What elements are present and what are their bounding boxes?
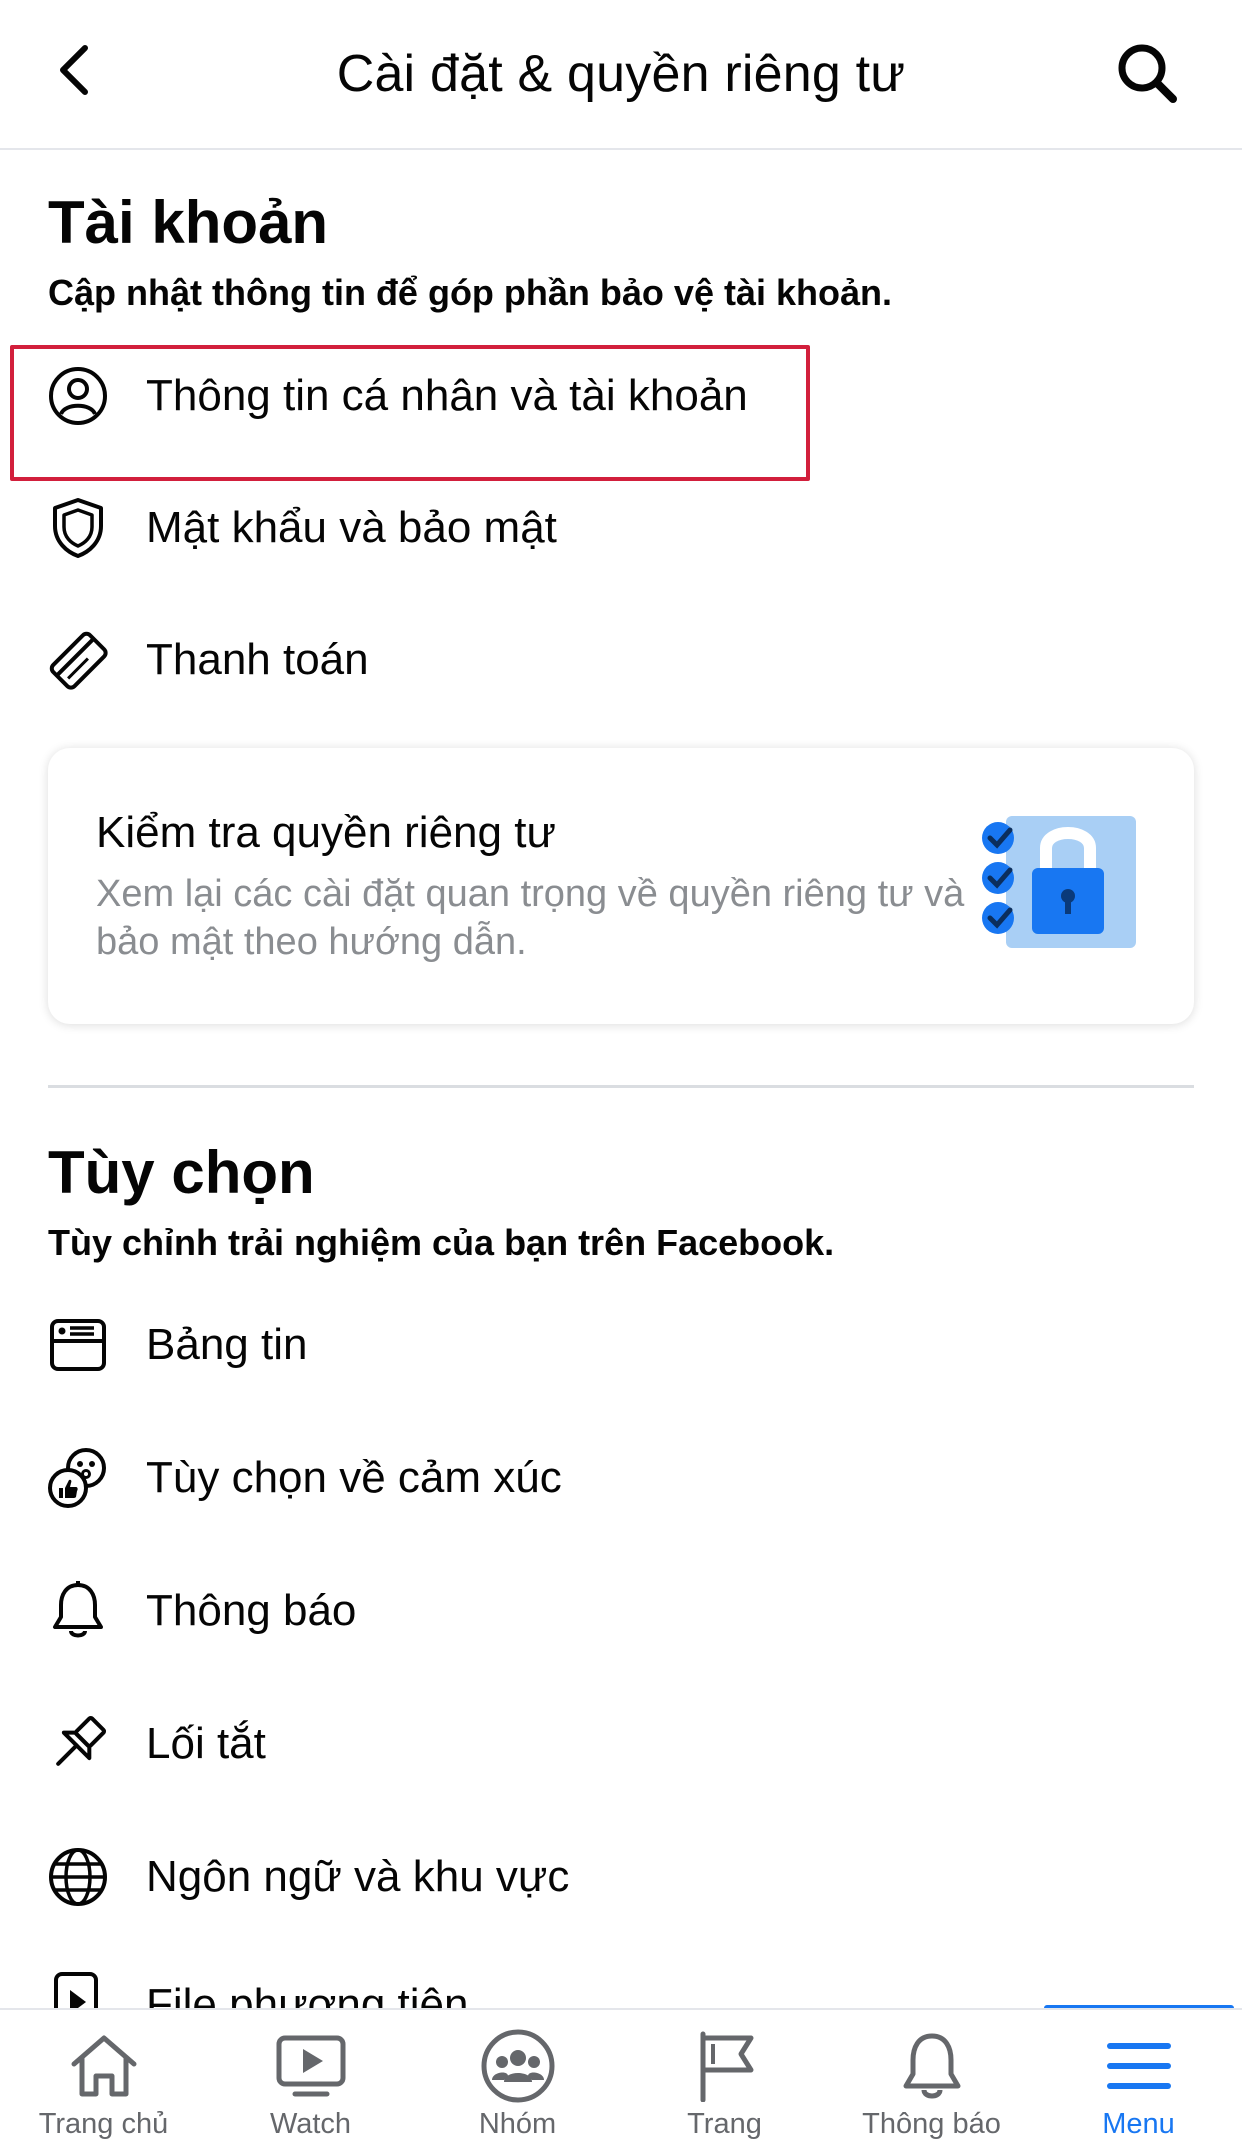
menu-item-label: Ngôn ngữ và khu vực [146,1852,570,1901]
menu-item-payments[interactable]: Thanh toán [0,600,1242,720]
credit-card-icon [44,626,112,694]
watch-icon [271,2028,351,2104]
menu-item-language-region[interactable]: Ngôn ngữ và khu vực [0,1817,1242,1937]
menu-item-notifications[interactable]: Thông báo [0,1551,1242,1671]
flag-icon [685,2028,765,2104]
menu-item-label: File phương tiện [146,1980,469,2008]
pin-icon [44,1710,112,1778]
menu-item-label: Lối tắt [146,1719,266,1768]
nav-label: Thông báo [862,2108,1001,2140]
privacy-checkup-lock-icon [978,808,1148,958]
preferences-section-title: Tùy chọn [48,1139,315,1206]
media-file-icon [44,1968,112,2008]
search-button[interactable] [1112,38,1182,108]
nav-item-home[interactable]: Trang chủ [0,2010,207,2143]
nav-label: Trang [687,2108,762,2140]
menu-item-label: Mật khẩu và bảo mật [146,503,557,552]
page-title: Cài đặt & quyền riêng tư [336,45,906,103]
home-icon [64,2028,144,2104]
menu-item-label: Thanh toán [146,635,369,684]
search-icon [1118,44,1177,103]
account-section-title: Tài khoản [48,189,329,256]
card-title: Kiểm tra quyền riêng tư [96,808,556,857]
menu-item-reactions[interactable]: Tùy chọn về cảm xúc [0,1418,1242,1538]
bottom-navigation: Trang chủ Watch Nhóm Trang Thông báo Men… [0,2008,1242,2143]
menu-item-password-security[interactable]: Mật khẩu và bảo mật [0,468,1242,588]
nav-item-notifications[interactable]: Thông báo [828,2010,1035,2143]
nav-item-pages[interactable]: Trang [621,2010,828,2143]
menu-item-personal-info[interactable]: Thông tin cá nhân và tài khoản [0,336,1242,456]
shield-icon [44,494,112,562]
top-bar: Cài đặt & quyền riêng tư [0,0,1242,150]
bell-icon [44,1577,112,1645]
news-feed-icon [44,1311,112,1379]
menu-item-news-feed[interactable]: Bảng tin [0,1285,1242,1405]
menu-item-media[interactable]: File phương tiện [0,1940,1242,2008]
nav-label: Nhóm [478,2108,557,2140]
menu-item-label: Tùy chọn về cảm xúc [146,1453,562,1502]
section-divider [48,1085,1194,1088]
menu-icon [1099,2028,1179,2104]
menu-item-label: Thông tin cá nhân và tài khoản [146,371,748,420]
nav-item-groups[interactable]: Nhóm [414,2010,621,2143]
menu-item-shortcuts[interactable]: Lối tắt [0,1684,1242,1804]
nav-label: Menu [1102,2108,1175,2140]
reactions-icon [44,1444,112,1512]
user-circle-icon [44,362,112,430]
nav-item-menu[interactable]: Menu [1035,2010,1242,2143]
privacy-checkup-card[interactable]: Kiểm tra quyền riêng tư Xem lại các cài … [48,748,1194,1024]
card-description: Xem lại các cài đặt quan trọng về quyền … [96,873,965,963]
globe-icon [44,1843,112,1911]
nav-label: Trang chủ [38,2108,169,2140]
preferences-section-subtitle: Tùy chỉnh trải nghiệm của bạn trên Faceb… [48,1222,835,1263]
account-section-subtitle: Cập nhật thông tin để góp phần bảo vệ tà… [48,272,892,313]
menu-item-label: Thông báo [146,1586,357,1635]
groups-icon [478,2028,558,2104]
nav-item-watch[interactable]: Watch [207,2010,414,2143]
bell-icon [892,2028,972,2104]
nav-label: Watch [269,2108,352,2140]
menu-item-label: Bảng tin [146,1320,308,1369]
